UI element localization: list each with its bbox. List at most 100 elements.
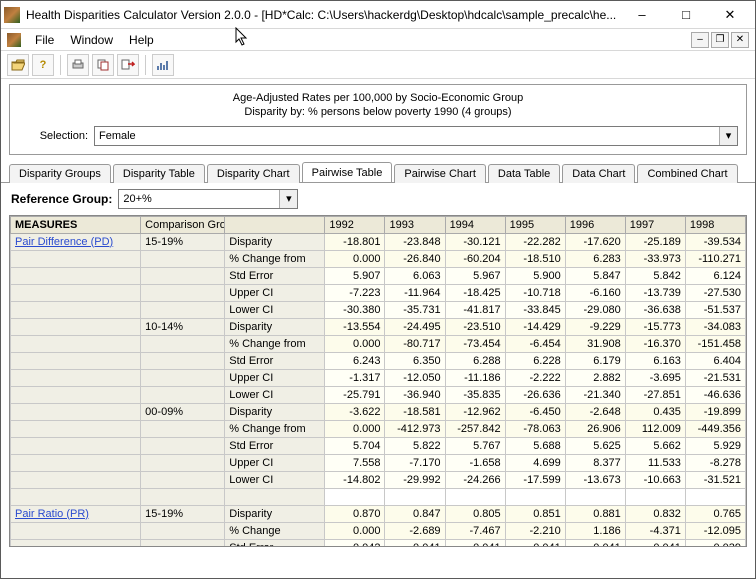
col-comparison[interactable]: Comparison Group [141, 216, 225, 233]
metric-cell: Disparity [225, 403, 325, 420]
measure-cell [11, 437, 141, 454]
mdi-minimize-button[interactable]: – [691, 32, 709, 48]
comparison-cell [141, 301, 225, 318]
value-cell: -7.223 [325, 284, 385, 301]
col-year-1996[interactable]: 1996 [565, 216, 625, 233]
copy-button[interactable] [92, 54, 114, 76]
tab-disparity-table[interactable]: Disparity Table [113, 164, 205, 183]
selection-combo[interactable]: Female ▾ [94, 126, 738, 146]
comparison-cell [141, 454, 225, 471]
value-cell: -18.425 [445, 284, 505, 301]
value-cell: -449.356 [685, 420, 745, 437]
value-cell: -12.095 [685, 522, 745, 539]
measure-cell: Pair Ratio (PR) [11, 505, 141, 522]
copy-icon [96, 59, 110, 71]
tab-pairwise-table[interactable]: Pairwise Table [302, 162, 393, 182]
menu-help[interactable]: Help [121, 30, 162, 50]
value-cell: 6.124 [685, 267, 745, 284]
export-button[interactable] [117, 54, 139, 76]
comparison-cell: 15-19% [141, 505, 225, 522]
value-cell: -21.531 [685, 369, 745, 386]
toolbar-separator [145, 55, 146, 75]
col-year-1994[interactable]: 1994 [445, 216, 505, 233]
value-cell: -29.080 [565, 301, 625, 318]
measure-cell: Pair Difference (PD) [11, 233, 141, 250]
value-cell: 5.900 [505, 267, 565, 284]
chart-icon [156, 59, 170, 71]
menu-file[interactable]: File [27, 30, 62, 50]
print-button[interactable] [67, 54, 89, 76]
chart-options-button[interactable] [152, 54, 174, 76]
maximize-button[interactable]: □ [664, 4, 708, 26]
col-year-1998[interactable]: 1998 [685, 216, 745, 233]
value-cell: 0.832 [625, 505, 685, 522]
toolbar: ? [1, 51, 755, 79]
col-metric[interactable] [225, 216, 325, 233]
value-cell: -9.229 [565, 318, 625, 335]
tab-pairwise-chart[interactable]: Pairwise Chart [394, 164, 486, 183]
metric-cell: Lower CI [225, 301, 325, 318]
help-button[interactable]: ? [32, 54, 54, 76]
value-cell: -25.791 [325, 386, 385, 403]
value-cell: -10.663 [625, 471, 685, 488]
measure-cell [11, 267, 141, 284]
value-cell: 6.179 [565, 352, 625, 369]
col-measures[interactable]: MEASURES [11, 216, 141, 233]
menu-window[interactable]: Window [62, 30, 121, 50]
value-cell: 0.041 [625, 539, 685, 547]
value-cell: 5.907 [325, 267, 385, 284]
measure-cell [11, 369, 141, 386]
comparison-cell: 00-09% [141, 403, 225, 420]
tab-combined-chart[interactable]: Combined Chart [637, 164, 737, 183]
tab-disparity-groups[interactable]: Disparity Groups [9, 164, 111, 183]
measure-link[interactable]: Pair Difference (PD) [15, 236, 113, 248]
value-cell: -7.467 [445, 522, 505, 539]
value-cell: -78.063 [505, 420, 565, 437]
table-row: Pair Ratio (PR)15-19%Disparity0.8700.847… [11, 505, 746, 522]
table-row: Upper CI-1.317-12.050-11.186-2.2222.882-… [11, 369, 746, 386]
minimize-button[interactable]: – [620, 4, 664, 26]
tab-disparity-chart[interactable]: Disparity Chart [207, 164, 300, 183]
value-cell: 8.377 [565, 454, 625, 471]
mdi-close-button[interactable]: ✕ [731, 32, 749, 48]
metric-cell: Disparity [225, 318, 325, 335]
value-cell: 6.243 [325, 352, 385, 369]
tab-data-table[interactable]: Data Table [488, 164, 560, 183]
menu-bar: File Window Help – ❐ ✕ [1, 29, 755, 51]
value-cell: -412.973 [385, 420, 445, 437]
value-cell: -39.534 [685, 233, 745, 250]
value-cell: -13.554 [325, 318, 385, 335]
tab-bar: Disparity GroupsDisparity TableDisparity… [1, 159, 755, 183]
value-cell: -33.845 [505, 301, 565, 318]
window-title: Health Disparities Calculator Version 2.… [26, 8, 620, 22]
value-cell: -23.510 [445, 318, 505, 335]
close-button[interactable]: ✕ [708, 4, 752, 26]
tab-data-chart[interactable]: Data Chart [562, 164, 635, 183]
open-button[interactable] [7, 54, 29, 76]
col-year-1997[interactable]: 1997 [625, 216, 685, 233]
value-cell: 5.704 [325, 437, 385, 454]
value-cell: 0.805 [445, 505, 505, 522]
value-cell: 6.228 [505, 352, 565, 369]
col-year-1992[interactable]: 1992 [325, 216, 385, 233]
value-cell: 0.041 [445, 539, 505, 547]
comparison-cell [141, 335, 225, 352]
value-cell: 0.042 [325, 539, 385, 547]
col-year-1995[interactable]: 1995 [505, 216, 565, 233]
value-cell: -73.454 [445, 335, 505, 352]
value-cell: -6.454 [505, 335, 565, 352]
measure-link[interactable]: Pair Ratio (PR) [15, 508, 89, 520]
col-year-1993[interactable]: 1993 [385, 216, 445, 233]
mdi-restore-button[interactable]: ❐ [711, 32, 729, 48]
metric-cell: % Change from [225, 335, 325, 352]
results-grid[interactable]: MEASURESComparison Group 1992199319941995… [9, 215, 747, 547]
reference-group-combo[interactable]: 20+% ▾ [118, 189, 298, 209]
measure-cell [11, 454, 141, 471]
value-cell: 5.847 [565, 267, 625, 284]
value-cell: -257.842 [445, 420, 505, 437]
measure-cell [11, 403, 141, 420]
value-cell: 6.288 [445, 352, 505, 369]
table-row: % Change from0.000-80.717-73.454-6.45431… [11, 335, 746, 352]
metric-cell: Upper CI [225, 454, 325, 471]
header-line1: Age-Adjusted Rates per 100,000 by Socio-… [18, 91, 738, 105]
